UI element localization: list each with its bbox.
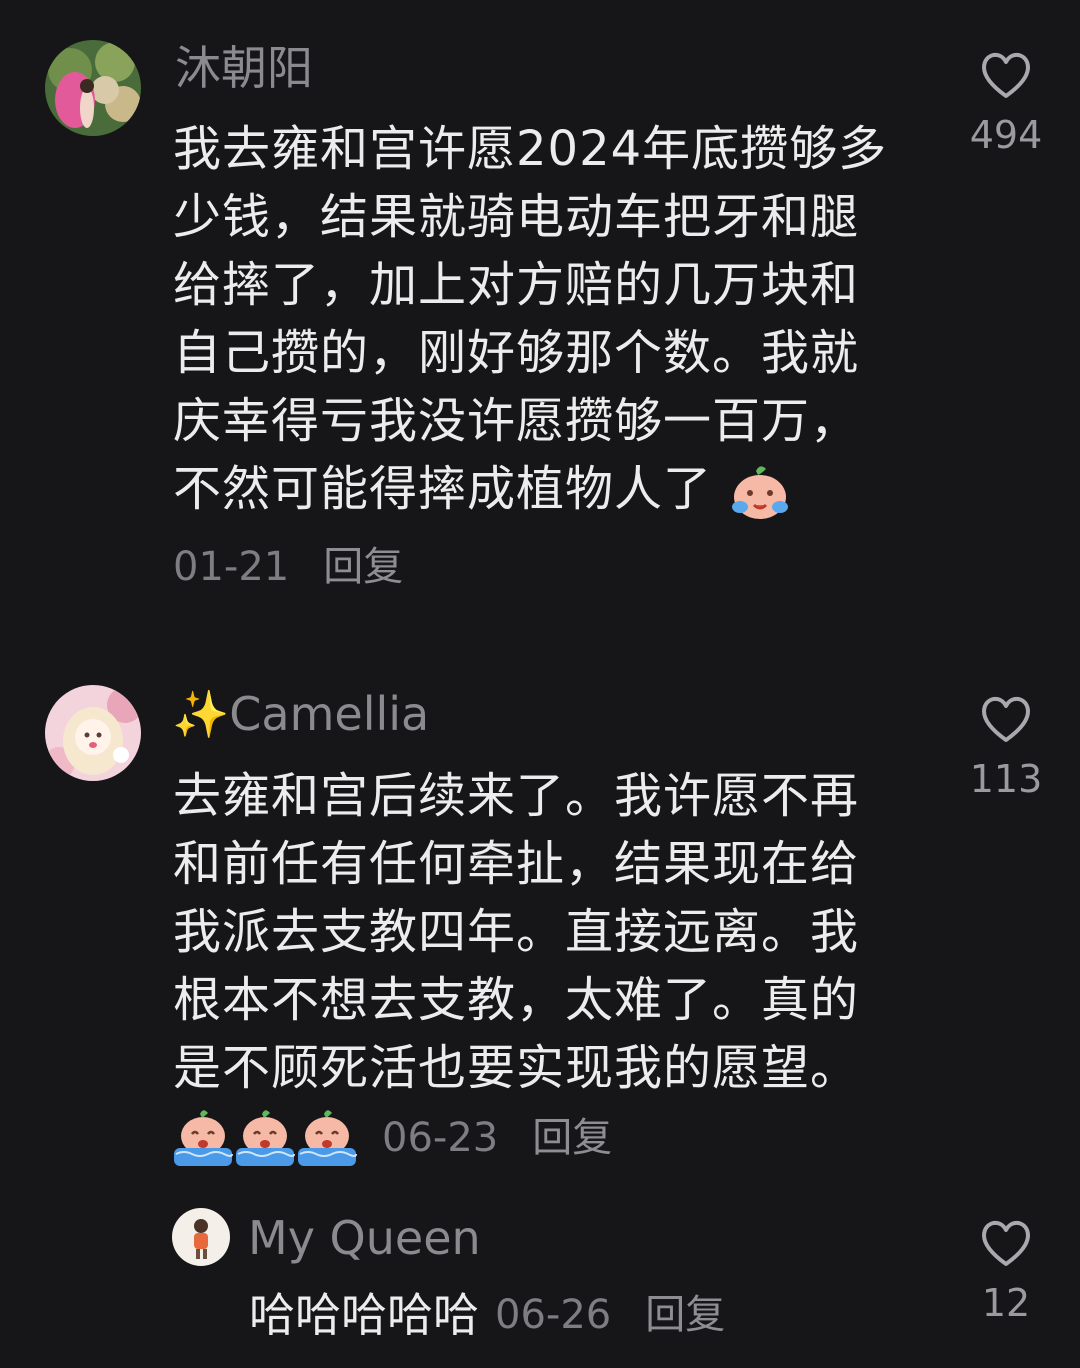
- comment-item: ✨Camellia 去雍和宫后续来了。我许愿不再 和前任有任何牵扯，结果现在给 …: [0, 640, 1080, 1180]
- comment-line: 我派去支教四年。直接远离。我: [173, 904, 860, 960]
- comment-date: 06-23: [382, 1115, 499, 1161]
- avatar[interactable]: [45, 685, 141, 781]
- reply-item: My Queen 哈哈哈哈哈 06-26 回复 12: [0, 1180, 1080, 1368]
- comment-meta: 01-21 回复: [173, 542, 403, 592]
- avatar[interactable]: [172, 1208, 230, 1266]
- like-button[interactable]: 494: [951, 50, 1061, 158]
- comment-meta: 06-23 回复: [172, 1108, 612, 1168]
- heart-outline-icon: [982, 696, 1030, 742]
- like-count: 113: [969, 757, 1043, 801]
- like-count: 12: [981, 1281, 1031, 1325]
- comment-line: 根本不想去支教，太难了。真的: [173, 972, 860, 1028]
- reply-button[interactable]: 回复: [532, 1113, 612, 1163]
- comment-date: 06-26: [495, 1292, 612, 1338]
- comment-date: 01-21: [173, 544, 290, 590]
- comment-line-last: 不然可能得摔成植物人了: [173, 455, 887, 523]
- comment-line: 和前任有任何牵扯，结果现在给: [173, 836, 860, 892]
- comment-meta: 哈哈哈哈哈 06-26 回复: [249, 1290, 725, 1340]
- comment-line: 给摔了，加上对方赔的几万块和: [173, 257, 860, 313]
- like-button[interactable]: 113: [951, 694, 1061, 802]
- comment-line: 自己攒的，刚好够那个数。我就: [173, 325, 860, 381]
- comment-body: 去雍和宫后续来了。我许愿不再 和前任有任何牵扯，结果现在给 我派去支教四年。直接…: [173, 762, 859, 1102]
- comment-line: 是不顾死活也要实现我的愿望。: [173, 1040, 860, 1096]
- username[interactable]: 沐朝阳: [175, 40, 313, 96]
- crying-peach-flood-emoji: [234, 1108, 296, 1168]
- crying-peach-flood-emoji: [172, 1108, 234, 1168]
- comment-body: 我去雍和宫许愿2024年底攒够多 少钱，结果就骑电动车把牙和腿 给摔了，加上对方…: [173, 115, 887, 523]
- comment-line: 少钱，结果就骑电动车把牙和腿: [173, 189, 860, 245]
- comment-line: 我去雍和宫许愿2024年底攒够多: [173, 121, 888, 177]
- username[interactable]: ✨Camellia: [172, 686, 429, 742]
- username-text: Camellia: [229, 687, 430, 741]
- like-count: 494: [969, 113, 1043, 157]
- comment-item: 沐朝阳 我去雍和宫许愿2024年底攒够多 少钱，结果就骑电动车把牙和腿 给摔了，…: [0, 0, 1080, 640]
- heart-outline-icon: [982, 1220, 1030, 1266]
- reply-text: 哈哈哈哈哈: [249, 1288, 479, 1342]
- comment-line: 去雍和宫后续来了。我许愿不再: [173, 768, 860, 824]
- reply-button[interactable]: 回复: [645, 1290, 725, 1340]
- like-button[interactable]: 12: [951, 1218, 1061, 1326]
- crying-peach-emoji: [728, 463, 792, 521]
- crying-peach-flood-emoji: [296, 1108, 358, 1168]
- username[interactable]: My Queen: [248, 1210, 481, 1266]
- heart-outline-icon: [982, 52, 1030, 98]
- comment-line-text: 不然可能得摔成植物人了: [173, 461, 713, 517]
- reply-button[interactable]: 回复: [323, 542, 403, 592]
- comment-line: 庆幸得亏我没许愿攒够一百万，: [173, 393, 860, 449]
- avatar[interactable]: [45, 40, 141, 136]
- sparkle-icon: ✨: [172, 687, 230, 741]
